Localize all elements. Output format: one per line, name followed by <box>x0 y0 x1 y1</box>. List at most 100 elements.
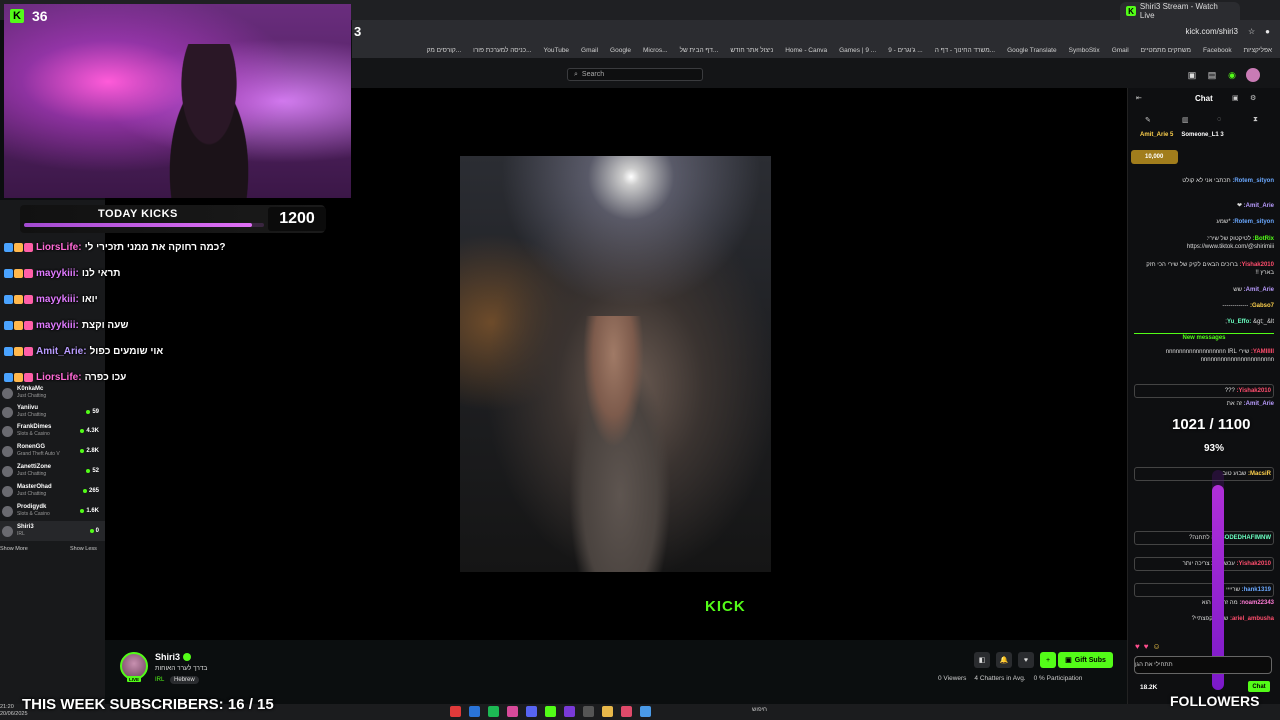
sidebar-channel[interactable]: RonenGG Grand Theft Auto V 2.8K <box>0 441 105 461</box>
chat-username[interactable]: YAMIIIII: <box>1251 349 1274 355</box>
bookmark-item[interactable]: Google <box>610 47 631 54</box>
chat-message[interactable]: ariel_ambusha: שירלי קפצתיי? <box>1134 615 1274 623</box>
notify-button[interactable]: 🔔 <box>996 652 1012 668</box>
stream-video[interactable] <box>460 156 771 572</box>
bookmark-item[interactable]: ניצול אתר חודש <box>730 47 773 54</box>
chat-username[interactable]: Yishak2010: <box>1237 561 1271 567</box>
bookmark-item[interactable]: Google Translate <box>1007 47 1057 54</box>
chat-message[interactable]: SODEDHAFIMNW: זה לתחנה? <box>1134 531 1274 545</box>
gift-icon[interactable]: ▣ <box>1186 70 1198 80</box>
bookmark-item[interactable]: YouTube <box>544 47 570 54</box>
bookmark-item[interactable]: Games | 9 ... <box>839 47 876 54</box>
chat-send-button[interactable]: Chat <box>1248 681 1270 692</box>
chat-username[interactable]: Amit_Arie: <box>1244 401 1274 407</box>
bookmark-item[interactable]: ג'וגרים - 9 ... <box>888 47 923 54</box>
chat-message[interactable]: BotRix: לטיקטוק של שירי: https://www.tik… <box>1134 235 1274 251</box>
heart-emote-icon[interactable]: ♥ <box>1135 642 1140 651</box>
show-less-link[interactable]: Show Less <box>70 546 97 552</box>
chat-username[interactable]: ariel_ambusha: <box>1230 616 1274 622</box>
chat-message[interactable]: Gabso7: ------------- <box>1134 302 1274 310</box>
folder-icon[interactable] <box>602 706 613 717</box>
chat-username[interactable]: MacsiR: <box>1248 471 1271 477</box>
chat-message[interactable]: Yishak2010: עכשיו את צריכה יותר <box>1134 557 1274 571</box>
chat-input[interactable]: תתחילי את הגן <box>1134 656 1272 674</box>
chat-message[interactable]: Rotem_sityon: *שמע <box>1134 218 1274 226</box>
bookmark-item[interactable]: Micros... <box>643 47 668 54</box>
spotify-icon[interactable] <box>488 706 499 717</box>
stream-category[interactable]: IRL <box>155 677 164 683</box>
url-text[interactable]: kick.com/shiri3 <box>1186 27 1238 36</box>
clip-button[interactable]: ◧ <box>974 652 990 668</box>
browser-tab-active[interactable]: K Shiri3 Stream - Watch Live <box>1120 2 1240 20</box>
chat-message[interactable]: Yishak2010: ??? <box>1134 384 1274 398</box>
collapse-chat-icon[interactable]: ⇤ <box>1136 94 1142 102</box>
gift-badge[interactable]: 10,000 <box>1131 150 1178 164</box>
theater-mode-icon[interactable]: ▤ <box>1206 70 1218 80</box>
chat-username[interactable]: SODEDHAFIMNW: <box>1219 535 1271 541</box>
top-gifter-1[interactable]: Amit_Arie 5 <box>1140 132 1173 138</box>
profile-icon[interactable]: ● <box>1265 27 1270 36</box>
chat-message[interactable]: YAMIIIII: שירי nnnnnnnnnnnnnnnnnn IRL nn… <box>1134 348 1274 364</box>
smile-emote-icon[interactable]: ☺ <box>1153 642 1161 651</box>
discord-icon[interactable] <box>526 706 537 717</box>
bookmark-item[interactable]: Gmail <box>1112 47 1129 54</box>
streamer-name[interactable]: Shiri3 <box>155 652 180 662</box>
bookmark-item[interactable]: משרד החינוך - דף ה... <box>935 47 995 54</box>
user-avatar[interactable] <box>1246 68 1260 82</box>
steam-icon[interactable] <box>469 706 480 717</box>
new-messages-divider[interactable]: New messages <box>1134 333 1274 341</box>
bookmark-item[interactable]: קורסים מק... <box>427 47 462 54</box>
chat-username[interactable]: BotRix: <box>1253 236 1274 242</box>
sidebar-channel[interactable]: K0nkaMc Just Chatting <box>0 383 105 403</box>
chat-message[interactable]: Yu_Effo: &gt;_&lt; <box>1134 318 1274 326</box>
taskbar-search[interactable]: חיפוש <box>752 707 767 713</box>
sidebar-channel[interactable]: Prodigydk Slots & Casino 1.6K <box>0 501 105 521</box>
bookmark-item[interactable]: Facebook <box>1203 47 1232 54</box>
chat-message[interactable]: noam22343: מה זה עיר הוא <box>1134 599 1274 607</box>
capcut-icon[interactable] <box>583 706 594 717</box>
search-input[interactable]: ⌕ Search <box>567 68 703 81</box>
sidebar-channel[interactable]: Yaniivu Just Chatting 59 <box>0 402 105 422</box>
subscribe-button[interactable]: + <box>1040 652 1056 668</box>
bookmark-item[interactable]: Gmail <box>581 47 598 54</box>
chat-username[interactable]: Yishak2010: <box>1240 262 1274 268</box>
sidebar-channel[interactable]: FrankDimes Slots & Casino 4.3K <box>0 421 105 441</box>
app-icon[interactable] <box>450 706 461 717</box>
chat-username[interactable]: noam22343: <box>1239 600 1274 606</box>
gift-subs-button[interactable]: ▣ Gift Subs <box>1058 652 1113 668</box>
bookmark-item[interactable]: משחקים מתמטיים <box>1141 47 1191 54</box>
address-bar[interactable]: 3 kick.com/shiri3 ☆ ● <box>352 20 1280 42</box>
chat-message[interactable]: Rotem_sityon: תכתבי אני לא קולט <box>1134 177 1274 185</box>
chat-message[interactable]: Amit_Arie: זה את <box>1134 400 1274 408</box>
popout-icon[interactable]: ▣ <box>1232 94 1239 102</box>
sidebar-channel[interactable]: MasterOhad Just Chatting 265 <box>0 481 105 501</box>
sidebar-channel[interactable]: ZanettiZone Just Chatting 52 <box>0 461 105 481</box>
top-gifter-2[interactable]: Someone_L1 3 <box>1181 132 1223 138</box>
chat-username[interactable]: Gabso7: <box>1250 303 1274 309</box>
trash-icon[interactable]: ▥ <box>1182 116 1189 124</box>
sidebar-channel[interactable]: Shiri3 IRL 0 <box>0 521 105 541</box>
bookmark-item[interactable]: דף הבית של... <box>680 47 719 54</box>
chat-message[interactable]: Amit_Arie: ❤ <box>1134 202 1274 210</box>
chat-message[interactable]: MacsiR: שבוע טוב <box>1134 467 1274 481</box>
chat-message[interactable]: hank1319: שריייי <box>1134 583 1274 597</box>
settings-icon[interactable]: ⚙ <box>1250 94 1256 102</box>
chat-username[interactable]: Rotem_sityon: <box>1232 178 1274 184</box>
bookmark-item[interactable]: SymboStix <box>1069 47 1100 54</box>
chrome-icon[interactable] <box>640 706 651 717</box>
notification-icon[interactable]: ◉ <box>1226 70 1238 80</box>
twitch-icon[interactable] <box>564 706 575 717</box>
stream-tag[interactable]: Hebrew <box>170 676 199 684</box>
app-icon[interactable] <box>507 706 518 717</box>
message-icon[interactable]: ◌ <box>1217 116 1221 123</box>
hourglass-icon[interactable]: ⧗ <box>1253 116 1258 124</box>
pin-icon[interactable]: ✎ <box>1145 116 1151 124</box>
chat-message[interactable]: Yishak2010: ברוכים הבאים לקיק של שירי הכ… <box>1134 261 1274 277</box>
bookmark-item[interactable]: Home - Canva <box>785 47 827 54</box>
bookmark-item[interactable]: כניסה למערכת פורו... <box>473 47 531 54</box>
bookmark-item[interactable]: אפליקציות <box>1244 47 1272 54</box>
chat-message[interactable]: Amit_Arie: שש <box>1134 286 1274 294</box>
kick-icon[interactable] <box>545 706 556 717</box>
follow-button[interactable]: ♥ <box>1018 652 1034 668</box>
chat-username[interactable]: Yu_Effo: <box>1227 319 1251 325</box>
